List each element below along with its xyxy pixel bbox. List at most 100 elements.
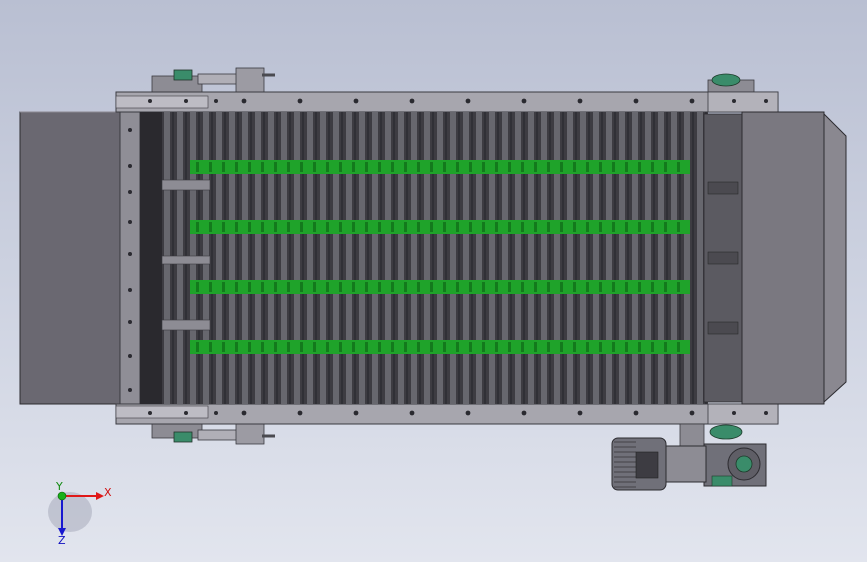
green-link — [222, 282, 225, 292]
chain-slat — [398, 112, 404, 404]
chain-slat — [593, 112, 599, 404]
chain-slat — [346, 112, 352, 404]
green-link — [586, 222, 589, 232]
bolt — [732, 411, 736, 415]
green-link — [300, 222, 303, 232]
green-link — [209, 342, 212, 352]
green-link — [521, 162, 524, 172]
green-link — [612, 282, 615, 292]
bolt — [128, 164, 132, 168]
green-link — [495, 222, 498, 232]
green-link — [651, 342, 654, 352]
green-link — [274, 222, 277, 232]
chain-slat — [606, 112, 612, 404]
bolt — [764, 411, 768, 415]
chain-slat — [541, 112, 547, 404]
green-link — [287, 282, 290, 292]
green-link — [378, 342, 381, 352]
green-link — [352, 222, 355, 232]
green-link — [365, 342, 368, 352]
green-link — [248, 282, 251, 292]
tensioner-bottom-left — [151, 421, 275, 445]
drive-unit — [611, 423, 767, 491]
chain-slat — [320, 112, 326, 404]
green-link — [612, 222, 615, 232]
green-link — [651, 282, 654, 292]
green-link — [599, 342, 602, 352]
green-link — [352, 282, 355, 292]
green-link — [638, 222, 641, 232]
chain-slat — [658, 112, 664, 404]
head-drum — [703, 113, 743, 403]
green-link — [456, 222, 459, 232]
green-link — [534, 222, 537, 232]
green-link — [339, 342, 342, 352]
chain-slat — [632, 112, 638, 404]
green-link — [274, 162, 277, 172]
green-link — [196, 162, 199, 172]
green-link — [261, 342, 264, 352]
green-link — [417, 282, 420, 292]
green-link — [469, 162, 472, 172]
chain-slat — [229, 112, 235, 404]
green-link — [573, 342, 576, 352]
bolt — [214, 411, 218, 415]
chain-slat — [424, 112, 430, 404]
green-link — [391, 342, 394, 352]
green-link — [625, 222, 628, 232]
green-link — [534, 162, 537, 172]
bolt — [353, 410, 359, 416]
chain-slat — [294, 112, 300, 404]
green-link — [573, 282, 576, 292]
conveyor-chain — [140, 112, 708, 404]
chain-slat — [671, 112, 677, 404]
green-link — [209, 282, 212, 292]
green-link — [664, 162, 667, 172]
green-link — [534, 282, 537, 292]
green-link — [261, 222, 264, 232]
chain-slat — [437, 112, 443, 404]
green-link — [430, 342, 433, 352]
green-link — [456, 282, 459, 292]
green-link — [313, 162, 316, 172]
green-link — [560, 342, 563, 352]
bolt — [128, 190, 132, 194]
chain-slat — [580, 112, 586, 404]
chain-slat — [528, 112, 534, 404]
green-link — [677, 342, 680, 352]
bolt — [521, 98, 527, 104]
green-link — [638, 162, 641, 172]
bolt — [128, 252, 132, 256]
green-link — [274, 342, 277, 352]
chain-slat — [476, 112, 482, 404]
chain-slat — [463, 112, 469, 404]
head-bearing-top — [707, 73, 755, 95]
bolt — [409, 98, 415, 104]
green-link — [599, 222, 602, 232]
chain-slat — [502, 112, 508, 404]
bolt — [297, 410, 303, 416]
green-link — [638, 342, 641, 352]
chain-slat — [307, 112, 313, 404]
cad-viewport[interactable]: X Y Z — [0, 0, 867, 562]
bolt — [128, 388, 132, 392]
green-link — [404, 222, 407, 232]
green-link — [560, 282, 563, 292]
chain-slat — [697, 112, 703, 404]
bolt — [521, 410, 527, 416]
bolt — [128, 220, 132, 224]
chain-slat — [216, 112, 222, 404]
green-link — [196, 282, 199, 292]
green-link — [677, 222, 680, 232]
green-link — [482, 222, 485, 232]
green-link — [365, 282, 368, 292]
green-link — [638, 282, 641, 292]
y-axis-label: Y — [55, 480, 63, 493]
green-link — [573, 162, 576, 172]
green-link — [599, 282, 602, 292]
green-link — [300, 342, 303, 352]
bolt — [148, 411, 152, 415]
green-link — [209, 162, 212, 172]
chain-slat — [567, 112, 573, 404]
green-link — [456, 162, 459, 172]
